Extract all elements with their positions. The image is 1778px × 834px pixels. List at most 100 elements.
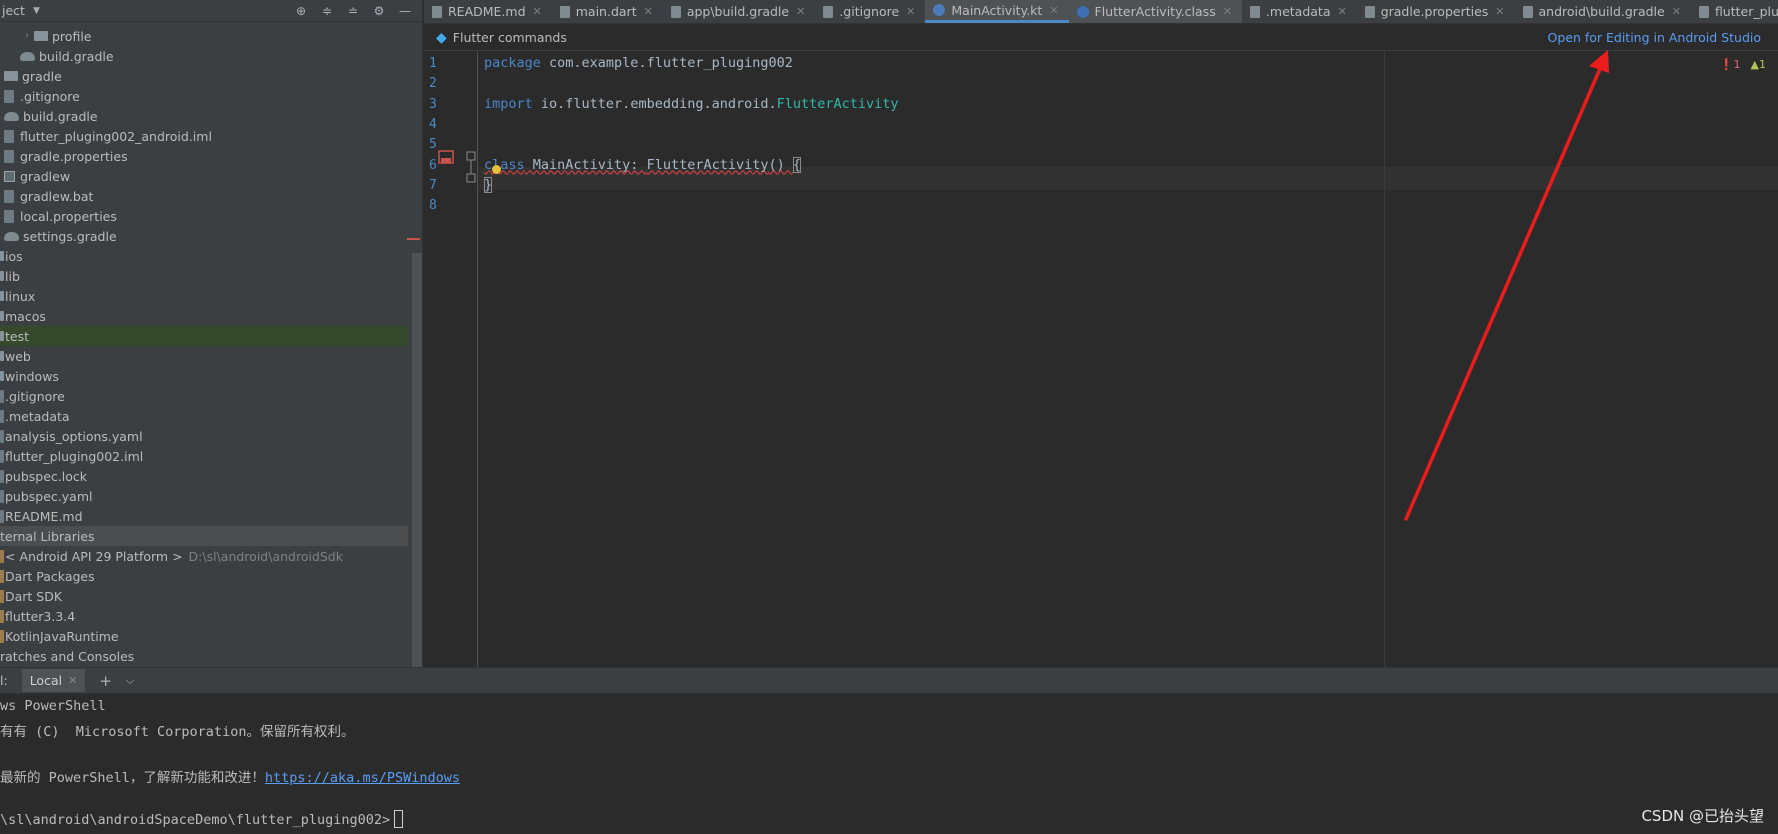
terminal-output[interactable]: ws PowerShell 有有 (C) Microsoft Corporati…	[0, 694, 1778, 834]
code-token: MainActivity:	[524, 156, 647, 173]
editor-tab[interactable]: .metadata ✕	[1242, 0, 1357, 23]
flutter-icon: ◆	[436, 29, 447, 46]
project-panel-title[interactable]: ject	[2, 3, 25, 18]
code-line[interactable]: }	[484, 176, 493, 200]
tree-item[interactable]: gradle	[0, 66, 408, 86]
code-line[interactable]: package com.example.flutter_pluging002	[484, 55, 793, 78]
tree-item[interactable]: macos	[0, 306, 408, 326]
tree-item[interactable]: pubspec.lock	[0, 466, 408, 486]
code-line[interactable]: class MainActivity: FlutterActivity() {	[484, 156, 802, 180]
editor-tab[interactable]: android\build.gradle ✕	[1515, 0, 1691, 23]
flutter-commands-bar: ◆ Flutter commands Open for Editing in A…	[424, 25, 1778, 51]
tree-item[interactable]: lib	[0, 266, 408, 286]
add-terminal-icon[interactable]: +	[99, 672, 112, 690]
lightbulb-icon[interactable]	[492, 165, 501, 174]
close-icon[interactable]: ✕	[1223, 5, 1232, 18]
code-token: FlutterActivity	[646, 156, 769, 173]
editor-tab[interactable]: gradle.properties ✕	[1357, 0, 1515, 23]
lib-icon	[0, 549, 4, 563]
powershell-link[interactable]: https://aka.ms/PSWindows	[265, 770, 460, 786]
project-scrollbar[interactable]	[412, 253, 422, 667]
tree-item[interactable]: pubspec.yaml	[0, 486, 408, 506]
chevron-down-icon[interactable]: ▼	[33, 6, 40, 16]
close-icon[interactable]: ✕	[1049, 4, 1058, 17]
tree-item[interactable]: build.gradle	[0, 46, 408, 66]
code-token: import	[484, 95, 533, 112]
tree-item[interactable]: .metadata	[0, 406, 408, 426]
close-icon[interactable]: ✕	[1672, 5, 1681, 18]
close-icon[interactable]: ✕	[644, 5, 653, 18]
tree-item[interactable]: › profile	[0, 26, 408, 46]
tree-item[interactable]: ratches and Consoles	[0, 646, 408, 666]
tree-item-label: pubspec.yaml	[5, 488, 93, 504]
tree-item[interactable]: test	[0, 326, 408, 346]
editor-tab[interactable]: flutter_pluging002_	[1691, 0, 1778, 23]
tree-item[interactable]: gradlew	[0, 166, 408, 186]
tree-item[interactable]: Dart Packages	[0, 566, 408, 586]
editor-tab[interactable]: main.dart ✕	[552, 0, 663, 23]
run-error-icon[interactable]	[438, 150, 460, 166]
locate-icon[interactable]: ⊕	[294, 4, 308, 18]
line-number: 6	[429, 157, 437, 173]
editor-tab-label: android\build.gradle	[1538, 4, 1665, 19]
tree-item[interactable]: local.properties	[0, 206, 408, 226]
tree-item-label: analysis_options.yaml	[5, 428, 143, 444]
tree-item[interactable]: Dart SDK	[0, 586, 408, 606]
tree-item[interactable]: linux	[0, 286, 408, 306]
tree-item[interactable]: gradlew.bat	[0, 186, 408, 206]
open-in-android-studio-link[interactable]: Open for Editing in Android Studio	[1547, 30, 1761, 45]
fold-icon[interactable]	[466, 150, 478, 186]
lib-icon	[0, 569, 4, 583]
tree-item[interactable]: web	[0, 346, 408, 366]
dart-icon	[559, 5, 570, 18]
properties-icon	[4, 149, 14, 163]
close-icon[interactable]: ✕	[68, 674, 77, 687]
chevron-right-icon[interactable]: ›	[20, 31, 34, 41]
tree-item[interactable]: ios	[0, 246, 408, 266]
tree-item[interactable]: settings.gradle	[0, 226, 408, 246]
code-editor[interactable]: 1 2 3 4 5 6 7 8 package com.example.flutter_plu…	[424, 52, 1778, 667]
tree-item[interactable]: gradle.properties	[0, 146, 408, 166]
gear-icon[interactable]: ⚙	[372, 4, 386, 18]
tree-item[interactable]: flutter_pluging002_android.iml	[0, 126, 408, 146]
expand-all-icon[interactable]: ≑	[320, 4, 334, 18]
flutter-commands-label[interactable]: Flutter commands	[453, 30, 567, 45]
tree-item[interactable]: .gitignore	[0, 86, 408, 106]
warning-count[interactable]: ▲1	[1751, 58, 1766, 71]
terminal-line: 最新的 PowerShell，了解新功能和改进！https://aka.ms/P…	[0, 770, 460, 786]
code-line[interactable]: import io.flutter.embedding.android.Flut…	[484, 96, 899, 119]
close-icon[interactable]: ✕	[1495, 5, 1504, 18]
editor-tab[interactable]: README.md ✕	[424, 0, 552, 23]
tree-item-label: .metadata	[5, 408, 70, 424]
close-icon[interactable]: ✕	[1337, 5, 1346, 18]
editor-tab[interactable]: app\build.gradle ✕	[663, 0, 816, 23]
minimize-icon[interactable]: —	[398, 4, 412, 18]
tree-item[interactable]: flutter_pluging002.iml	[0, 446, 408, 466]
terminal-tab-local[interactable]: Local ✕	[21, 669, 86, 692]
close-icon[interactable]: ✕	[533, 5, 542, 18]
gradle-icon	[20, 51, 35, 61]
tree-item[interactable]: build.gradle	[0, 106, 408, 126]
collapse-all-icon[interactable]: ≐	[346, 4, 360, 18]
kotlin-icon	[933, 4, 946, 16]
editor-tab[interactable]: MainActivity.kt ✕	[925, 0, 1069, 23]
tree-item[interactable]: KotlinJavaRuntime	[0, 626, 408, 646]
tree-item[interactable]: .gitignore	[0, 386, 408, 406]
tree-item[interactable]: ternal Libraries	[0, 526, 408, 546]
inspection-widget[interactable]: ❗1 ▲1	[1720, 58, 1766, 71]
tree-item[interactable]: flutter3.3.4	[0, 606, 408, 626]
editor-tab[interactable]: .gitignore ✕	[815, 0, 925, 23]
tree-item-label: test	[5, 328, 30, 344]
close-icon[interactable]: ✕	[906, 5, 915, 18]
error-count[interactable]: ❗1	[1720, 58, 1741, 71]
folder-icon	[0, 291, 4, 301]
tree-item[interactable]: README.md	[0, 506, 408, 526]
file-icon	[0, 409, 4, 423]
editor-tab-label: main.dart	[575, 4, 637, 19]
tree-item[interactable]: analysis_options.yaml	[0, 426, 408, 446]
tree-item[interactable]: windows	[0, 366, 408, 386]
editor-tab[interactable]: FlutterActivity.class ✕	[1068, 0, 1242, 23]
chevron-down-icon[interactable]: ⌵	[126, 674, 134, 688]
close-icon[interactable]: ✕	[796, 5, 805, 18]
tree-item[interactable]: < Android API 29 Platform > D:\sl\android…	[0, 546, 408, 566]
